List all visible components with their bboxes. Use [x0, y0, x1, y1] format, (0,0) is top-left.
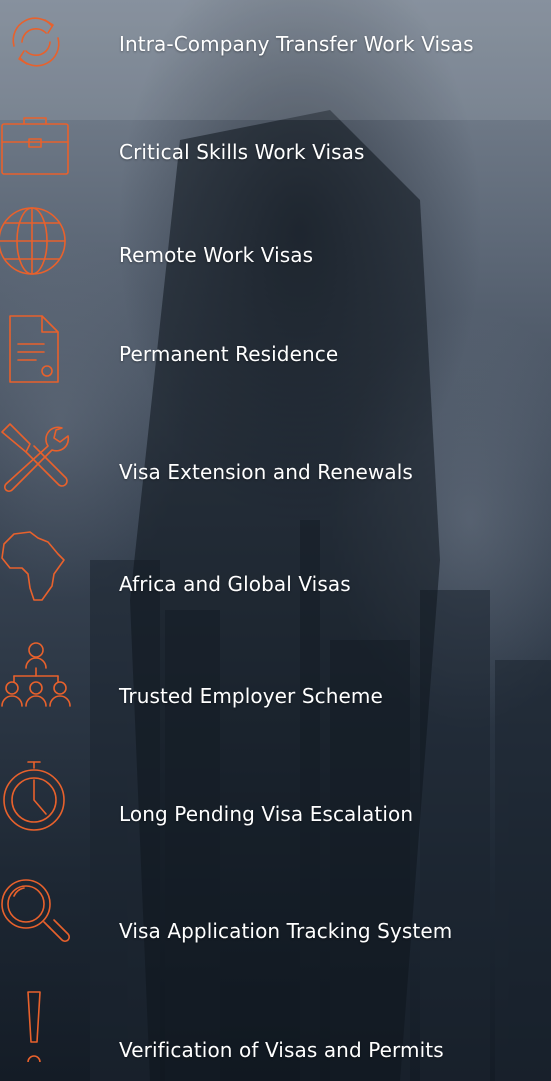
document-icon	[0, 312, 72, 384]
stopwatch-icon	[0, 760, 72, 832]
africa-map-icon	[0, 530, 72, 602]
service-label: Long Pending Visa Escalation	[119, 802, 414, 826]
team-hierarchy-icon	[0, 640, 72, 712]
tools-icon	[0, 422, 72, 494]
service-label: Visa Extension and Renewals	[119, 460, 413, 484]
service-label: Verification of Visas and Permits	[119, 1038, 444, 1062]
service-label: Trusted Employer Scheme	[119, 684, 383, 708]
service-item-trusted-employer[interactable]: Trusted Employer Scheme	[0, 640, 551, 730]
service-item-verification[interactable]: Verification of Visas and Permits	[0, 990, 551, 1080]
service-item-visa-extension[interactable]: Visa Extension and Renewals	[0, 422, 551, 512]
briefcase-icon	[0, 112, 72, 184]
refresh-icon	[0, 6, 72, 78]
service-item-permanent-residence[interactable]: Permanent Residence	[0, 312, 551, 402]
service-item-intra-company-transfer[interactable]: Intra-Company Transfer Work Visas	[0, 6, 551, 96]
service-item-africa-global[interactable]: Africa and Global Visas	[0, 530, 551, 620]
service-label: Critical Skills Work Visas	[119, 140, 365, 164]
service-label: Visa Application Tracking System	[119, 919, 453, 943]
service-label: Permanent Residence	[119, 342, 339, 366]
service-label: Remote Work Visas	[119, 243, 314, 267]
service-item-long-pending[interactable]: Long Pending Visa Escalation	[0, 760, 551, 850]
service-label: Africa and Global Visas	[119, 572, 351, 596]
globe-icon	[0, 205, 72, 277]
service-label: Intra-Company Transfer Work Visas	[119, 32, 474, 56]
service-item-tracking-system[interactable]: Visa Application Tracking System	[0, 876, 551, 966]
service-item-remote-work[interactable]: Remote Work Visas	[0, 205, 551, 295]
service-item-critical-skills[interactable]: Critical Skills Work Visas	[0, 110, 551, 200]
magnifier-icon	[0, 876, 72, 948]
exclamation-icon	[0, 990, 72, 1062]
